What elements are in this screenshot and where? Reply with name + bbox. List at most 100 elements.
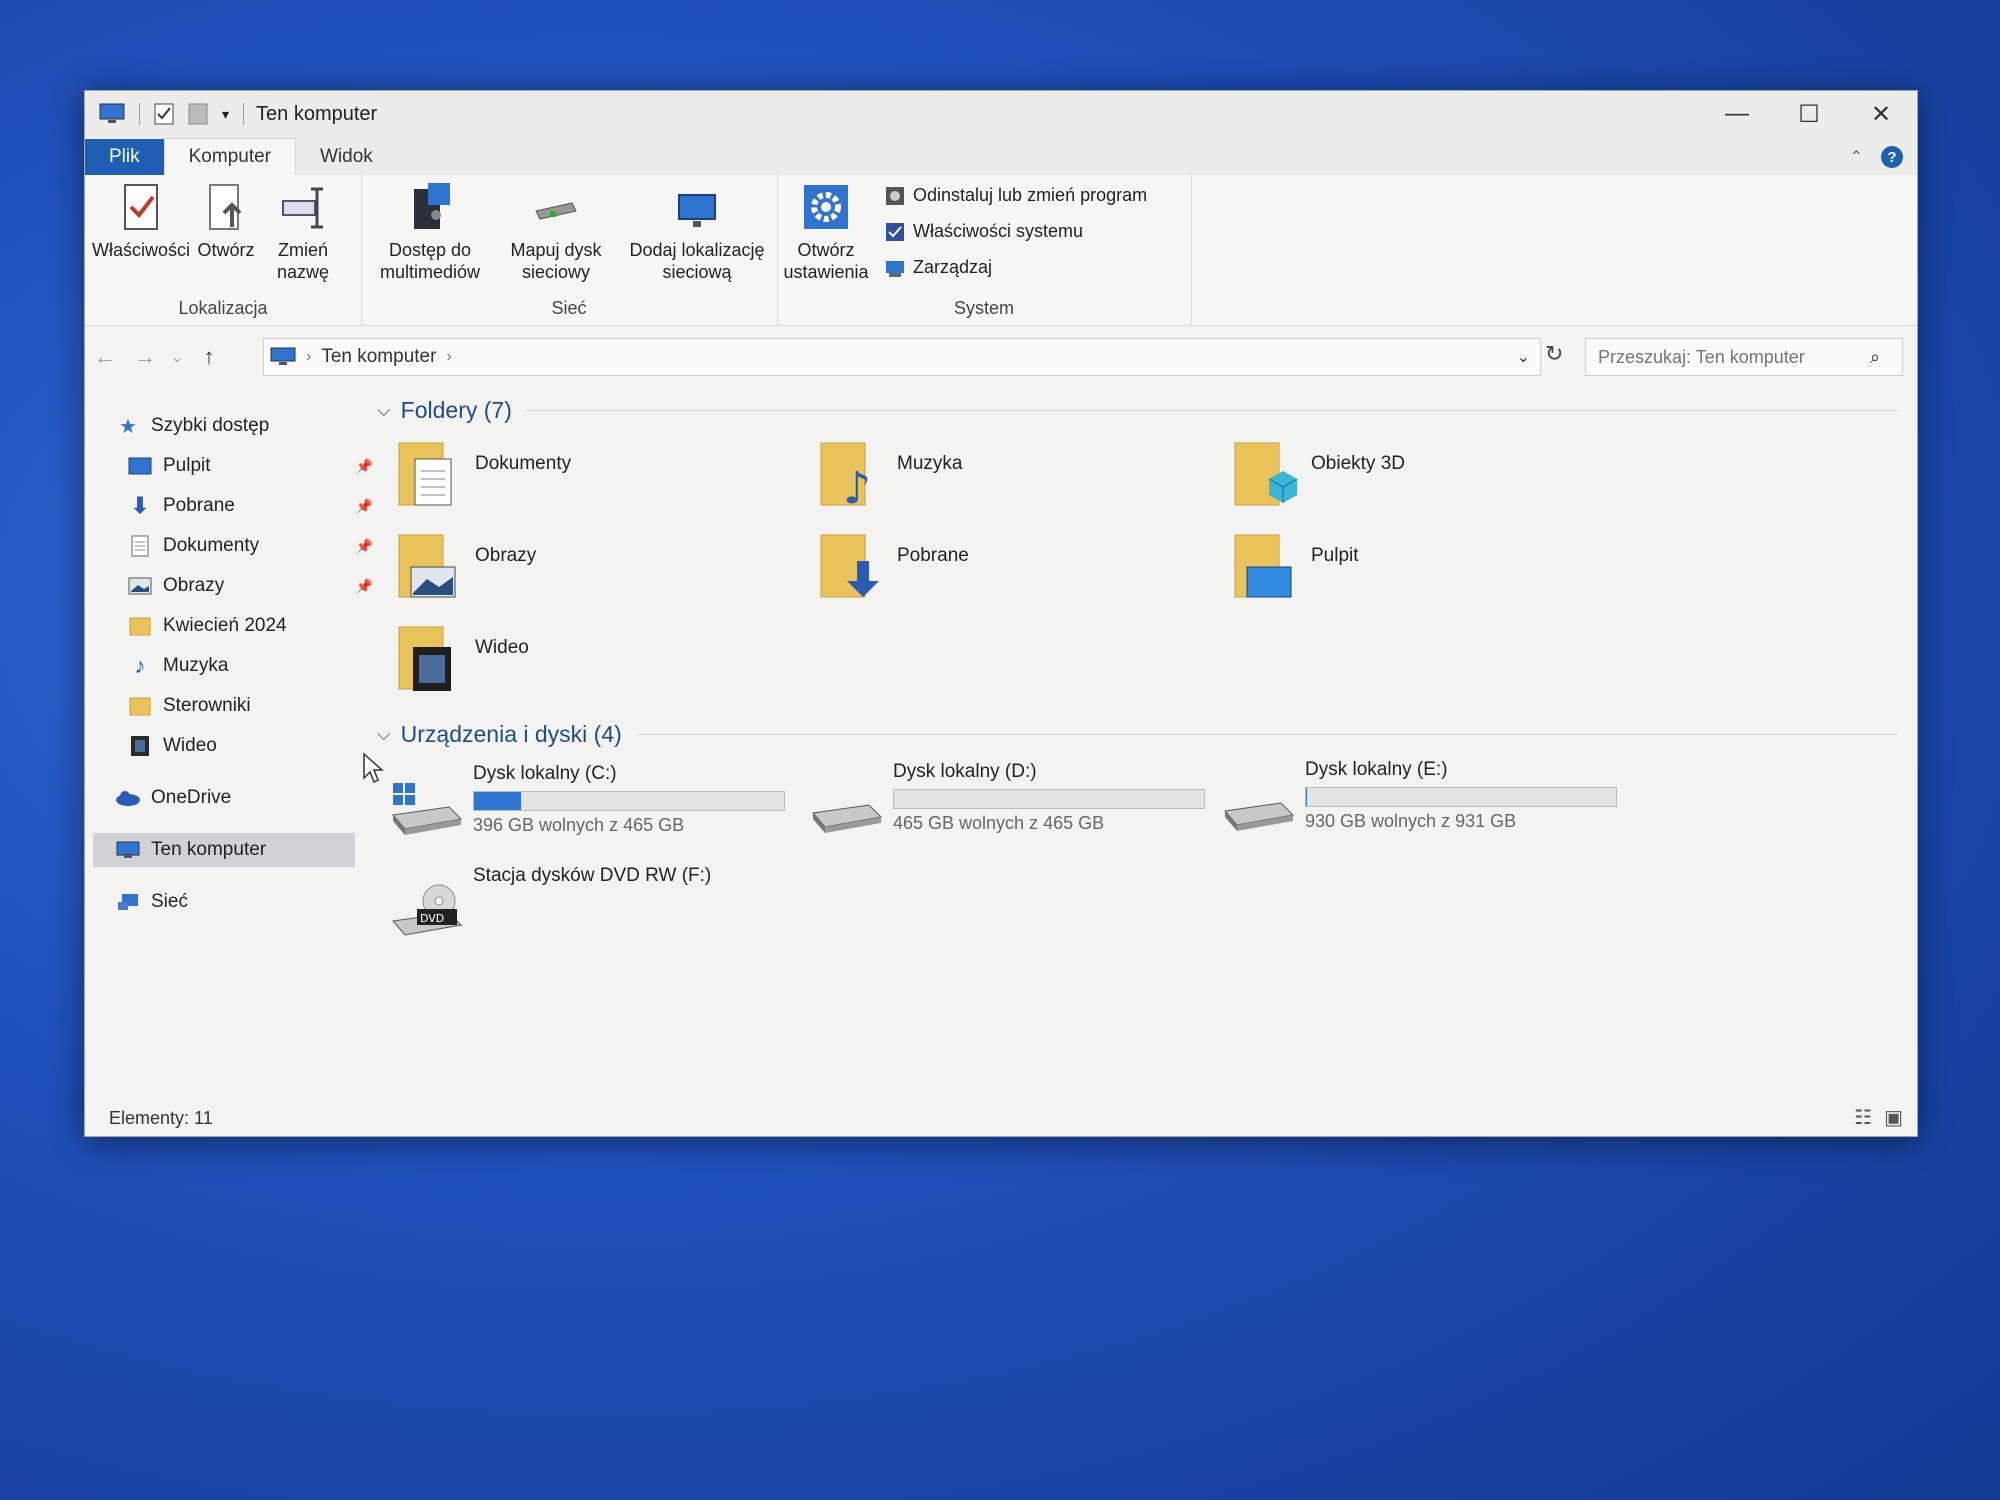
breadcrumb-separator-icon[interactable]: › (306, 348, 311, 366)
open-button[interactable]: Otwórz (193, 181, 259, 261)
drive-d[interactable]: Dysk lokalny (D:) 465 GB wolnych z 465 G… (809, 761, 1209, 851)
large-icons-view-icon[interactable]: ▣ (1884, 1105, 1903, 1130)
folder-pobrane[interactable]: Pobrane (819, 531, 1199, 611)
customize-toolbar-icon[interactable]: ▾ (222, 106, 229, 123)
sidebar-item-kwiecien-2024[interactable]: Kwiecień 2024 (127, 609, 383, 643)
section-title: Foldery (7) (400, 397, 512, 423)
details-view-icon[interactable]: ☷ (1854, 1105, 1872, 1130)
close-button[interactable]: ✕ (1845, 91, 1917, 137)
music-note-icon: ♪ (134, 653, 146, 678)
folder-obrazy[interactable]: Obrazy (397, 531, 777, 611)
ribbon: Właściwości Otwórz Zmień nazwę Lokalizac… (85, 175, 1917, 326)
sidebar-item-label: Dokumenty (163, 535, 260, 556)
recent-locations-icon[interactable]: ⌄ (165, 349, 189, 366)
title-bar: ▾ Ten komputer — ☐ ✕ (85, 91, 1917, 137)
maximize-button[interactable]: ☐ (1773, 91, 1845, 137)
minimize-button[interactable]: — (1701, 91, 1773, 137)
chevron-down-icon[interactable]: ⌵ (377, 400, 391, 421)
sidebar-item-onedrive[interactable]: OneDrive (115, 781, 371, 815)
search-box[interactable]: ⌕ (1585, 338, 1903, 376)
tab-widok[interactable]: Widok (296, 139, 397, 175)
sidebar-item-pobrane[interactable]: ⬇ Pobrane 📌 (127, 489, 383, 523)
sidebar-item-quick-access[interactable]: ★ Szybki dostęp (115, 409, 371, 443)
media-access-button[interactable]: Dostęp do multimediów (367, 181, 493, 283)
add-network-location-button[interactable]: Dodaj lokalizację sieciową (623, 181, 771, 283)
refresh-icon[interactable]: ↻ (1545, 341, 1563, 367)
forward-arrow-icon[interactable]: → (125, 344, 165, 370)
breadcrumb-separator-icon[interactable]: › (446, 348, 451, 366)
address-bar[interactable]: › Ten komputer › ⌄ (263, 338, 1541, 376)
sidebar-item-muzyka[interactable]: ♪ Muzyka (127, 649, 383, 683)
video-folder-icon (398, 626, 451, 691)
breadcrumb-ten-komputer[interactable]: Ten komputer (321, 346, 436, 368)
mouse-cursor-icon (363, 752, 384, 784)
help-icon[interactable]: ? (1881, 146, 1903, 168)
group-siec: Dostęp do multimediów Mapuj dysk sieciow… (361, 175, 778, 325)
open-settings-button[interactable]: Otwórz ustawienia (781, 181, 871, 283)
system-properties-button[interactable]: Właściwości systemu (885, 221, 1083, 242)
properties-check-icon[interactable] (154, 103, 174, 125)
settings-gear-icon (804, 185, 848, 229)
back-arrow-icon[interactable]: ← (85, 344, 125, 370)
collapse-ribbon-icon[interactable]: ⌃ (1850, 147, 1863, 167)
explorer-window: ▾ Ten komputer — ☐ ✕ Plik Komputer Widok… (84, 90, 1918, 1137)
divider (525, 410, 1897, 411)
drive-e[interactable]: Dysk lokalny (E:) 930 GB wolnych z 931 G… (1221, 759, 1621, 849)
up-arrow-icon[interactable]: ↑ (189, 344, 229, 370)
manage-button[interactable]: Zarządzaj (885, 257, 992, 278)
navigation-bar: ← → ⌄ ↑ › Ten komputer › ⌄ ↻ ⌕ (85, 335, 1917, 379)
section-header-devices[interactable]: ⌵ Urządzenia i dyski (4) (377, 721, 1897, 748)
folder-name: Obrazy (475, 545, 537, 566)
desktop-folder-icon (1234, 534, 1292, 598)
sidebar-item-wideo[interactable]: Wideo (127, 729, 383, 763)
new-folder-icon[interactable] (188, 103, 208, 125)
folder-name: Dokumenty (475, 453, 572, 474)
manage-label: Zarządzaj (913, 257, 993, 277)
sidebar-item-pulpit[interactable]: Pulpit 📌 (127, 449, 383, 483)
search-input[interactable] (1586, 345, 1870, 369)
properties-button[interactable]: Właściwości (92, 181, 191, 261)
folder-wideo[interactable]: Wideo (397, 623, 777, 703)
svg-text:♪: ♪ (843, 463, 871, 511)
sidebar-item-obrazy[interactable]: Obrazy 📌 (127, 569, 383, 603)
svg-text:DVD: DVD (420, 912, 444, 925)
drive-usage-bar (1305, 787, 1617, 807)
folder-obiekty-3d[interactable]: Obiekty 3D (1233, 439, 1613, 519)
drive-free-space: 396 GB wolnych z 465 GB (473, 815, 685, 835)
sidebar-item-label: Muzyka (163, 655, 229, 676)
drive-free-space: 930 GB wolnych z 931 GB (1305, 811, 1517, 831)
section-header-folders[interactable]: ⌵ Foldery (7) (377, 397, 1897, 424)
computer-icon (99, 103, 125, 123)
folder-pulpit[interactable]: Pulpit (1233, 531, 1613, 611)
network-icon (115, 891, 141, 913)
sidebar-item-ten-komputer[interactable]: Ten komputer (93, 833, 355, 867)
sidebar-item-siec[interactable]: Sieć (115, 885, 371, 919)
tab-plik[interactable]: Plik (85, 139, 164, 175)
navigation-pane: ★ Szybki dostęp Pulpit 📌 ⬇ Pobrane 📌 Dok… (85, 391, 373, 1071)
network-location-icon (678, 194, 716, 227)
search-icon[interactable]: ⌕ (1870, 347, 1880, 368)
windows-drive-icon (392, 783, 463, 835)
sidebar-item-label: OneDrive (151, 787, 232, 808)
properties-label: Właściwości (92, 240, 191, 260)
tab-komputer[interactable]: Komputer (163, 138, 296, 175)
drive-name: Dysk lokalny (D:) (893, 761, 1037, 782)
network-drive-icon (535, 202, 577, 220)
sidebar-item-sterowniki[interactable]: Sterowniki (127, 689, 383, 723)
rename-button[interactable]: Zmień nazwę (265, 181, 341, 283)
drive-c[interactable]: Dysk lokalny (C:) 396 GB wolnych z 465 G… (389, 763, 789, 853)
folder-muzyka[interactable]: ♪ Muzyka (819, 439, 1199, 519)
folder-dokumenty[interactable]: Dokumenty (397, 439, 777, 519)
system-properties-label: Właściwości systemu (913, 221, 1084, 241)
drive-dvd-f[interactable]: DVD Stacja dysków DVD RW (F:) (389, 865, 789, 955)
uninstall-program-button[interactable]: Odinstaluj lub zmień program (885, 185, 1147, 206)
download-arrow-icon: ⬇ (130, 493, 150, 518)
divider (243, 103, 245, 125)
map-drive-button[interactable]: Mapuj dysk sieciowy (501, 181, 611, 283)
hard-drive-icon (1224, 802, 1295, 831)
address-dropdown-icon[interactable]: ⌄ (1517, 347, 1530, 367)
sidebar-item-dokumenty[interactable]: Dokumenty 📌 (127, 529, 383, 563)
cloud-icon (115, 787, 141, 809)
properties-icon (124, 184, 158, 230)
chevron-down-icon[interactable]: ⌵ (377, 724, 391, 745)
